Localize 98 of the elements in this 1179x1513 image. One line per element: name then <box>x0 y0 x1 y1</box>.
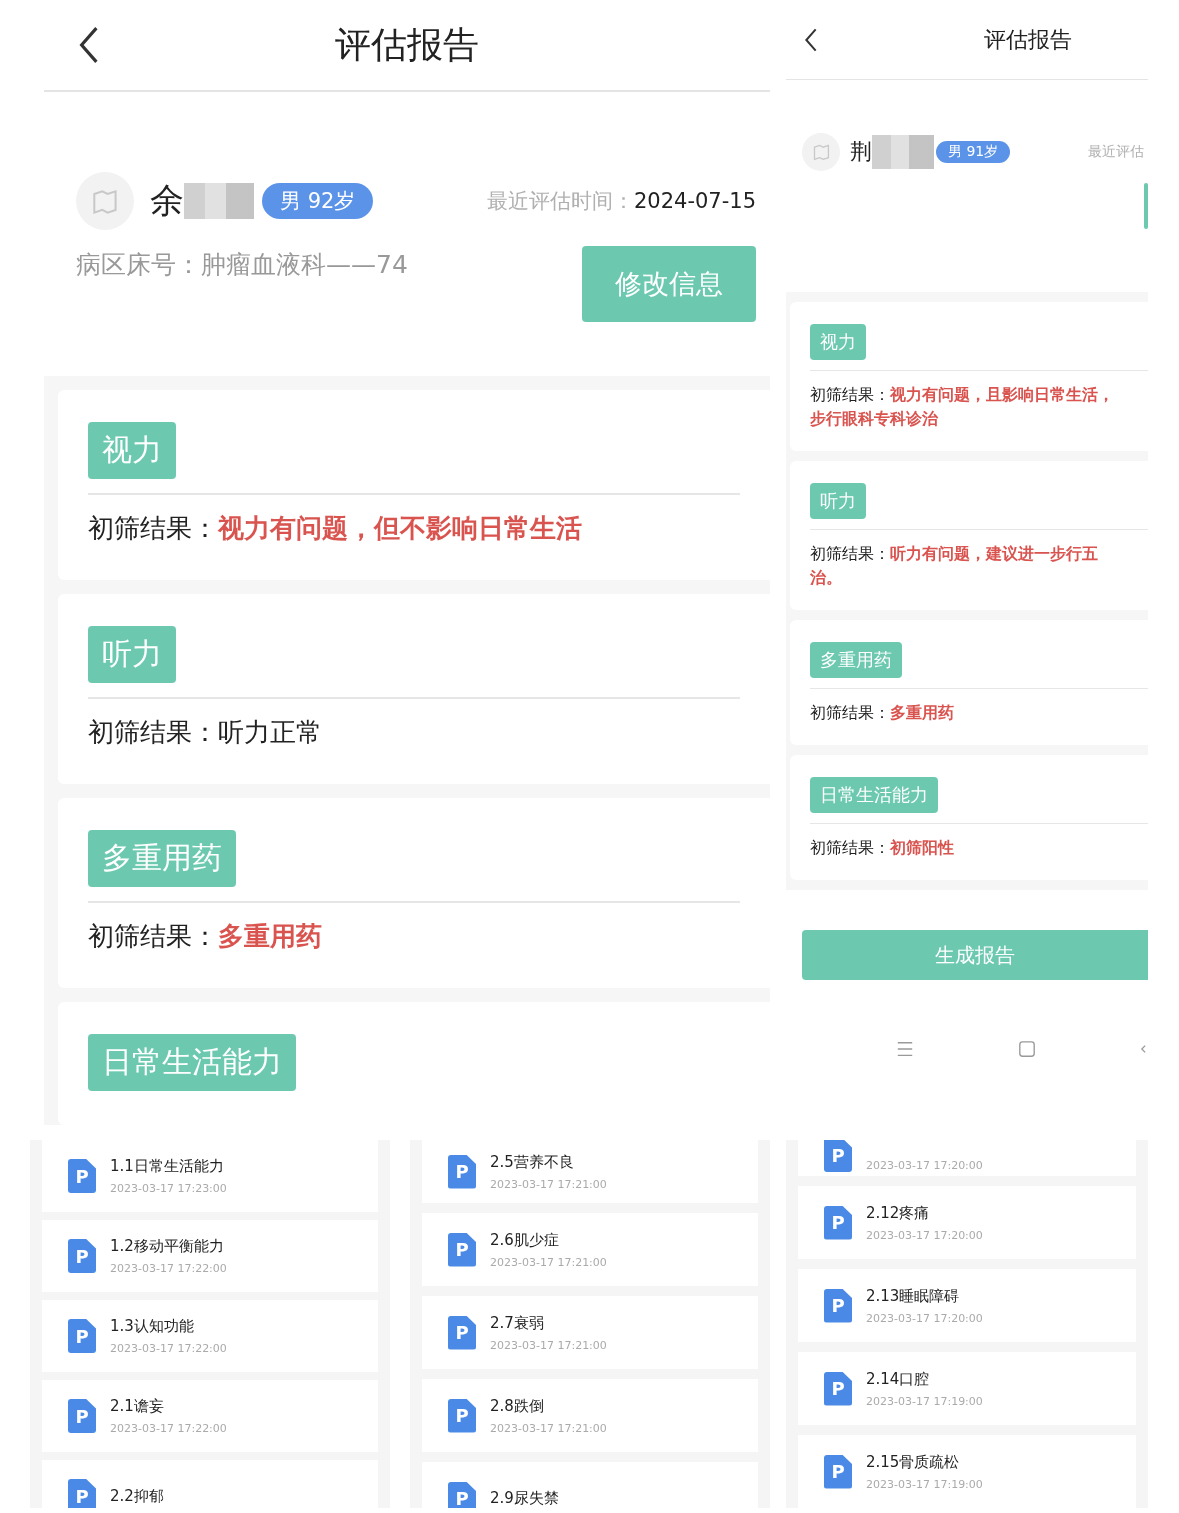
gender-age-badge: 男 91岁 <box>936 141 1011 163</box>
result-text: 治。 <box>810 567 843 589</box>
file-time: 2023-03-17 17:20:00 <box>866 1228 983 1242</box>
back-icon[interactable] <box>804 27 818 52</box>
file-title: 2.5营养不良 <box>490 1152 575 1172</box>
menu-icon[interactable] <box>896 1040 914 1058</box>
file-list-item[interactable]: P 2.1谵妄 2023-03-17 17:22:00 <box>42 1380 378 1452</box>
file-icon: P <box>68 1399 96 1433</box>
result-text: 听力正常 <box>218 716 322 749</box>
file-title: 2.6肌少症 <box>490 1230 560 1250</box>
file-title: 2.7衰弱 <box>490 1313 545 1333</box>
file-icon: P <box>824 1371 852 1406</box>
file-time: 2023-03-17 17:20:00 <box>866 1159 983 1172</box>
gender-age-badge: 男 92岁 <box>262 183 374 220</box>
file-icon: P <box>448 1315 476 1350</box>
file-title: 1.1日常生活能力 <box>110 1157 225 1176</box>
result-text: 多重用药 <box>890 702 954 724</box>
ward-bed-text: 病区床号：肿瘤血液科——74 <box>76 249 408 282</box>
file-time: 2023-03-17 17:23:00 <box>110 1182 227 1195</box>
file-list-item[interactable]: P 2.2抑郁 <box>42 1460 378 1508</box>
file-time: 2023-03-17 17:20:00 <box>866 1311 983 1325</box>
file-list-item[interactable]: P 2.8跌倒 2023-03-17 17:21:00 <box>422 1379 758 1452</box>
category-tag: 视力 <box>88 422 176 479</box>
file-list-item[interactable]: P 2.15骨质疏松 2023-03-17 17:19:00 <box>798 1435 1136 1508</box>
file-list-item[interactable]: P 2.14口腔 2023-03-17 17:19:00 <box>798 1352 1136 1425</box>
file-time: 2023-03-17 17:22:00 <box>110 1262 227 1275</box>
file-icon: P <box>68 1479 96 1508</box>
redaction-block <box>872 135 934 169</box>
result-text: 多重用药 <box>218 920 322 953</box>
avatar-icon <box>802 133 840 171</box>
file-title: 2.1谵妄 <box>110 1397 165 1416</box>
file-list-item[interactable]: P 1.3认知功能 2023-03-17 17:22:00 <box>42 1300 378 1372</box>
file-icon: P <box>448 1232 476 1267</box>
file-time: 2023-03-17 17:19:00 <box>866 1477 983 1491</box>
result-label: 初筛结果： <box>88 512 218 545</box>
page-title: 评估报告 <box>335 22 479 67</box>
category-tag: 听力 <box>810 483 866 519</box>
file-time: 2023-03-17 17:19:00 <box>866 1394 983 1408</box>
file-icon: P <box>824 1288 852 1323</box>
category-tag: 听力 <box>88 626 176 683</box>
file-icon: P <box>448 1398 476 1433</box>
patient-name: 荆 <box>850 138 872 166</box>
home-icon[interactable] <box>1018 1040 1036 1058</box>
last-eval-label: 最近评估时间： <box>486 188 634 216</box>
file-icon: P <box>824 1140 852 1172</box>
last-eval-label: 最近评估 <box>1088 143 1145 161</box>
result-text: 听力有问题，建议进一步行五 <box>890 543 1098 565</box>
result-text: 视力有问题，且影响日常生活， <box>890 384 1114 406</box>
result-label: 初筛结果： <box>88 920 218 953</box>
file-icon: P <box>824 1205 852 1240</box>
file-list-item[interactable]: P 2.13睡眠障碍 2023-03-17 17:20:00 <box>798 1269 1136 1342</box>
file-icon: P <box>448 1481 476 1508</box>
result-text: 初筛阳性 <box>890 837 954 859</box>
last-eval-date: 2024-07-15 <box>633 189 756 214</box>
file-time: 2023-03-17 17:22:00 <box>110 1422 227 1435</box>
result-text: 步行眼科专科诊治 <box>810 408 939 430</box>
page-title: 评估报告 <box>984 25 1072 54</box>
file-icon: P <box>824 1454 852 1489</box>
category-tag: 多重用药 <box>810 642 902 678</box>
result-label: 初筛结果： <box>810 702 890 724</box>
redaction-block <box>184 183 254 220</box>
file-title: 2.12疼痛 <box>866 1203 931 1223</box>
file-icon: P <box>68 1319 96 1353</box>
file-title: 1.2移动平衡能力 <box>110 1237 225 1256</box>
file-title: 2.9尿失禁 <box>490 1489 559 1508</box>
file-list-item[interactable]: P 1.2移动平衡能力 2023-03-17 17:22:00 <box>42 1220 378 1292</box>
file-list-item[interactable]: P 2.7衰弱 2023-03-17 17:21:00 <box>422 1296 758 1369</box>
file-time: 2023-03-17 17:21:00 <box>490 1177 607 1191</box>
result-label: 初筛结果： <box>810 384 890 406</box>
file-icon: P <box>448 1154 476 1189</box>
file-title: 2.13睡眠障碍 <box>866 1286 961 1306</box>
file-icon: P <box>68 1239 96 1273</box>
file-time: 2023-03-17 17:22:00 <box>110 1342 227 1355</box>
file-time: 2023-03-17 17:21:00 <box>490 1255 607 1269</box>
file-list-item[interactable]: P 1.1日常生活能力 2023-03-17 17:23:00 <box>42 1140 378 1212</box>
file-time: 2023-03-17 17:21:00 <box>490 1421 607 1435</box>
file-title: 2.15骨质疏松 <box>866 1452 961 1472</box>
file-title: 2.2抑郁 <box>110 1486 164 1506</box>
file-title: 2.8跌倒 <box>490 1396 545 1416</box>
file-list-item[interactable]: P 2.6肌少症 2023-03-17 17:21:00 <box>422 1213 758 1286</box>
result-label: 初筛结果： <box>88 716 218 749</box>
category-tag: 视力 <box>810 324 866 360</box>
result-label: 初筛结果： <box>810 837 890 859</box>
patient-name: 余 <box>150 179 184 223</box>
file-list-item[interactable]: P 2.12疼痛 2023-03-17 17:20:00 <box>798 1186 1136 1259</box>
result-text: 视力有问题，但不影响日常生活 <box>218 512 582 545</box>
file-list-item[interactable]: P 2.5营养不良 2023-03-17 17:21:00 <box>422 1140 758 1203</box>
file-list-item[interactable]: P 2.9尿失禁 <box>422 1462 758 1508</box>
file-icon: P <box>68 1159 96 1193</box>
back-nav-icon[interactable] <box>1140 1044 1147 1054</box>
result-label: 初筛结果： <box>810 543 890 565</box>
file-time: 2023-03-17 17:21:00 <box>490 1338 607 1352</box>
category-tag: 多重用药 <box>88 830 236 887</box>
category-tag: 日常生活能力 <box>810 777 938 813</box>
back-icon[interactable] <box>78 26 100 65</box>
category-tag: 日常生活能力 <box>88 1034 296 1091</box>
file-title: 2.14口腔 <box>866 1369 931 1389</box>
file-title: 1.3认知功能 <box>110 1317 195 1336</box>
